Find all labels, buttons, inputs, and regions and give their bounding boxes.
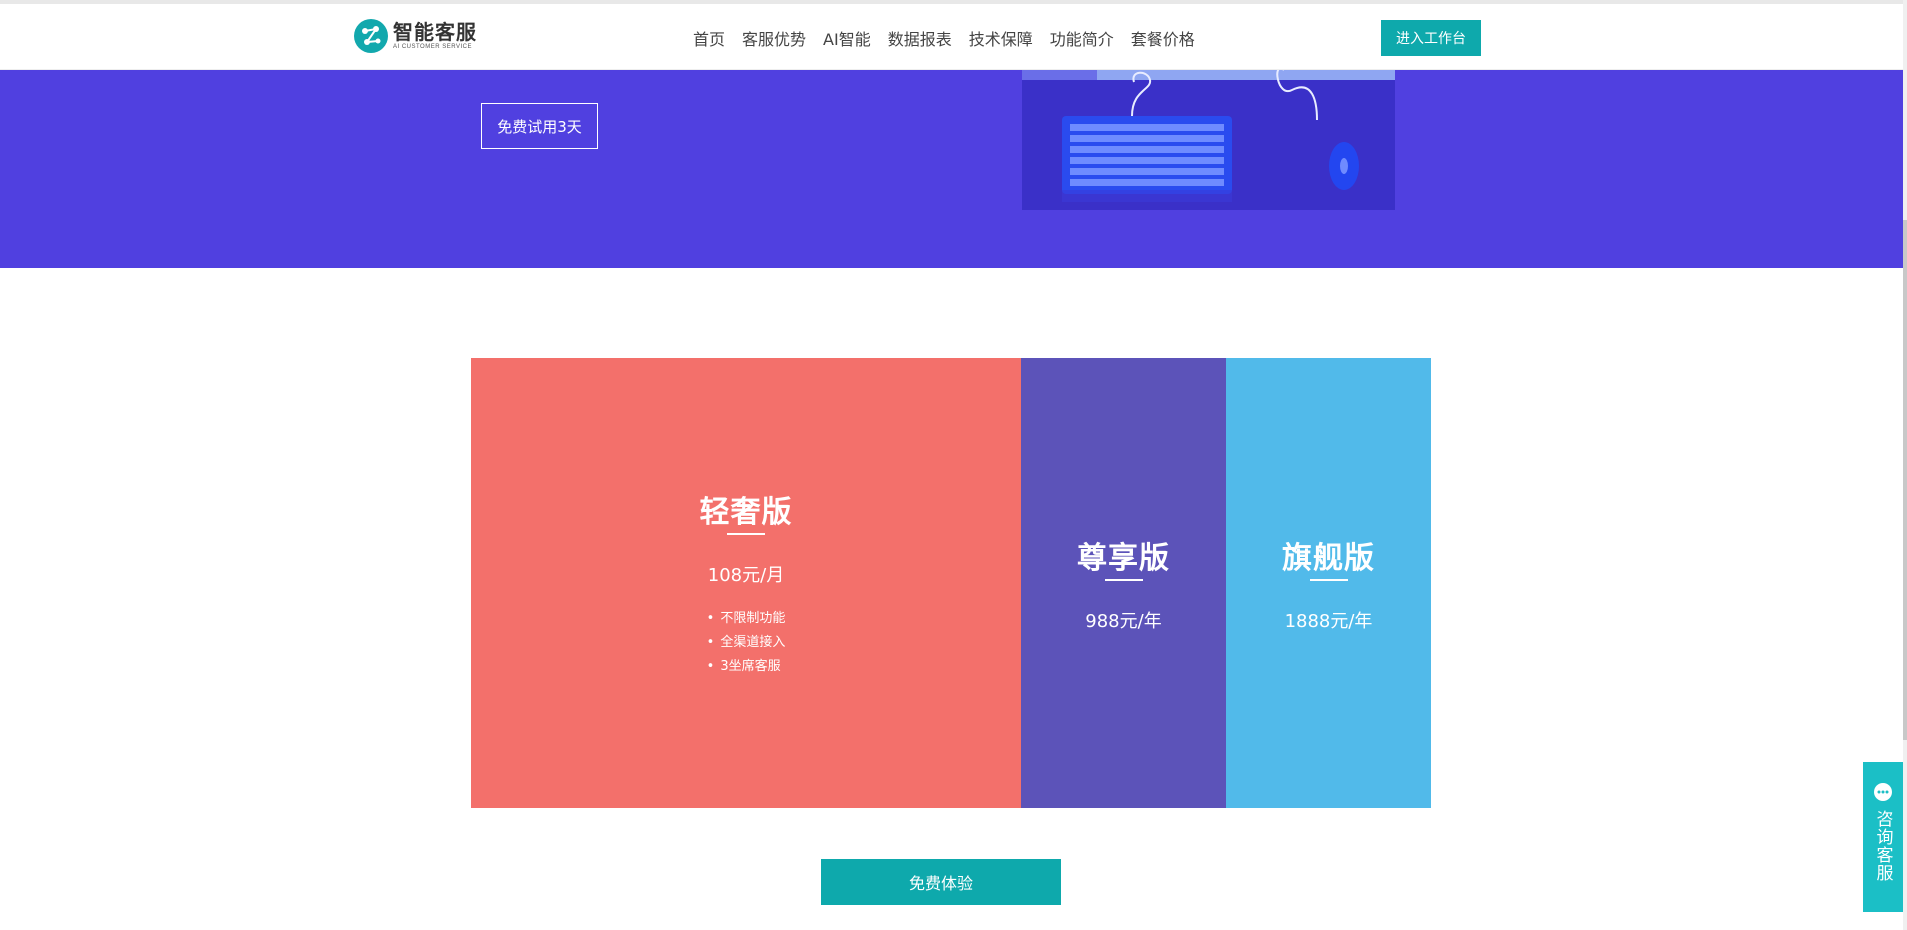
logo[interactable]: 智能客服 AI CUSTOMER SERVICE	[354, 19, 477, 53]
chat-bubble-icon	[1874, 783, 1892, 801]
free-trial-button[interactable]: 免费试用3天	[481, 103, 598, 149]
free-experience-button[interactable]: 免费体验	[821, 859, 1061, 905]
nav-tech[interactable]: 技术保障	[969, 26, 1033, 50]
plan-features: 不限制功能 全渠道接入 3坐席客服	[707, 607, 786, 679]
feature-item: 不限制功能	[707, 607, 785, 631]
logo-title: 智能客服	[393, 20, 477, 44]
page-scrollbar[interactable]	[1903, 0, 1907, 930]
title-underline	[1309, 579, 1348, 581]
feature-item: 全渠道接入	[707, 631, 785, 655]
scrollbar-thumb[interactable]	[1903, 220, 1907, 740]
consult-service-widget[interactable]: 咨询客服	[1863, 762, 1903, 912]
plan-price: 108元/月	[707, 565, 785, 586]
main-nav: 首页 客服优势 AI智能 数据报表 技术保障 功能简介 套餐价格	[693, 26, 1212, 50]
plan-card-light[interactable]: 轻奢版 108元/月 不限制功能 全渠道接入 3坐席客服	[471, 358, 1021, 808]
pricing-plans: 轻奢版 108元/月 不限制功能 全渠道接入 3坐席客服 尊享版 988元/年 …	[471, 358, 1431, 808]
nav-reports[interactable]: 数据报表	[888, 26, 952, 50]
plan-card-flagship[interactable]: 旗舰版 1888元/年	[1226, 358, 1431, 808]
feature-item: 3坐席客服	[707, 655, 786, 679]
title-underline	[727, 533, 765, 535]
enter-workspace-button[interactable]: 进入工作台	[1381, 20, 1481, 56]
title-underline	[1104, 579, 1143, 581]
nav-features[interactable]: 功能简介	[1050, 26, 1114, 50]
plan-price: 988元/年	[1085, 611, 1162, 632]
plan-title: 尊享版	[1077, 541, 1170, 576]
site-header: 智能客服 AI CUSTOMER SERVICE 首页 客服优势 AI智能 数据…	[0, 4, 1903, 70]
plan-price: 1888元/年	[1284, 611, 1373, 632]
keyboard-mouse-illustration	[1022, 70, 1395, 268]
logo-icon	[354, 19, 388, 53]
plan-title: 轻奢版	[699, 495, 793, 530]
nav-advantages[interactable]: 客服优势	[742, 26, 806, 50]
plan-card-vip[interactable]: 尊享版 988元/年	[1021, 358, 1226, 808]
hero-banner: 免费试用3天	[0, 70, 1903, 268]
plan-title: 旗舰版	[1282, 541, 1375, 576]
nav-ai[interactable]: AI智能	[823, 26, 871, 50]
nav-home[interactable]: 首页	[693, 26, 725, 50]
consult-label: 咨询客服	[1872, 810, 1893, 882]
logo-subtitle: AI CUSTOMER SERVICE	[393, 44, 472, 50]
nav-pricing[interactable]: 套餐价格	[1131, 26, 1195, 50]
